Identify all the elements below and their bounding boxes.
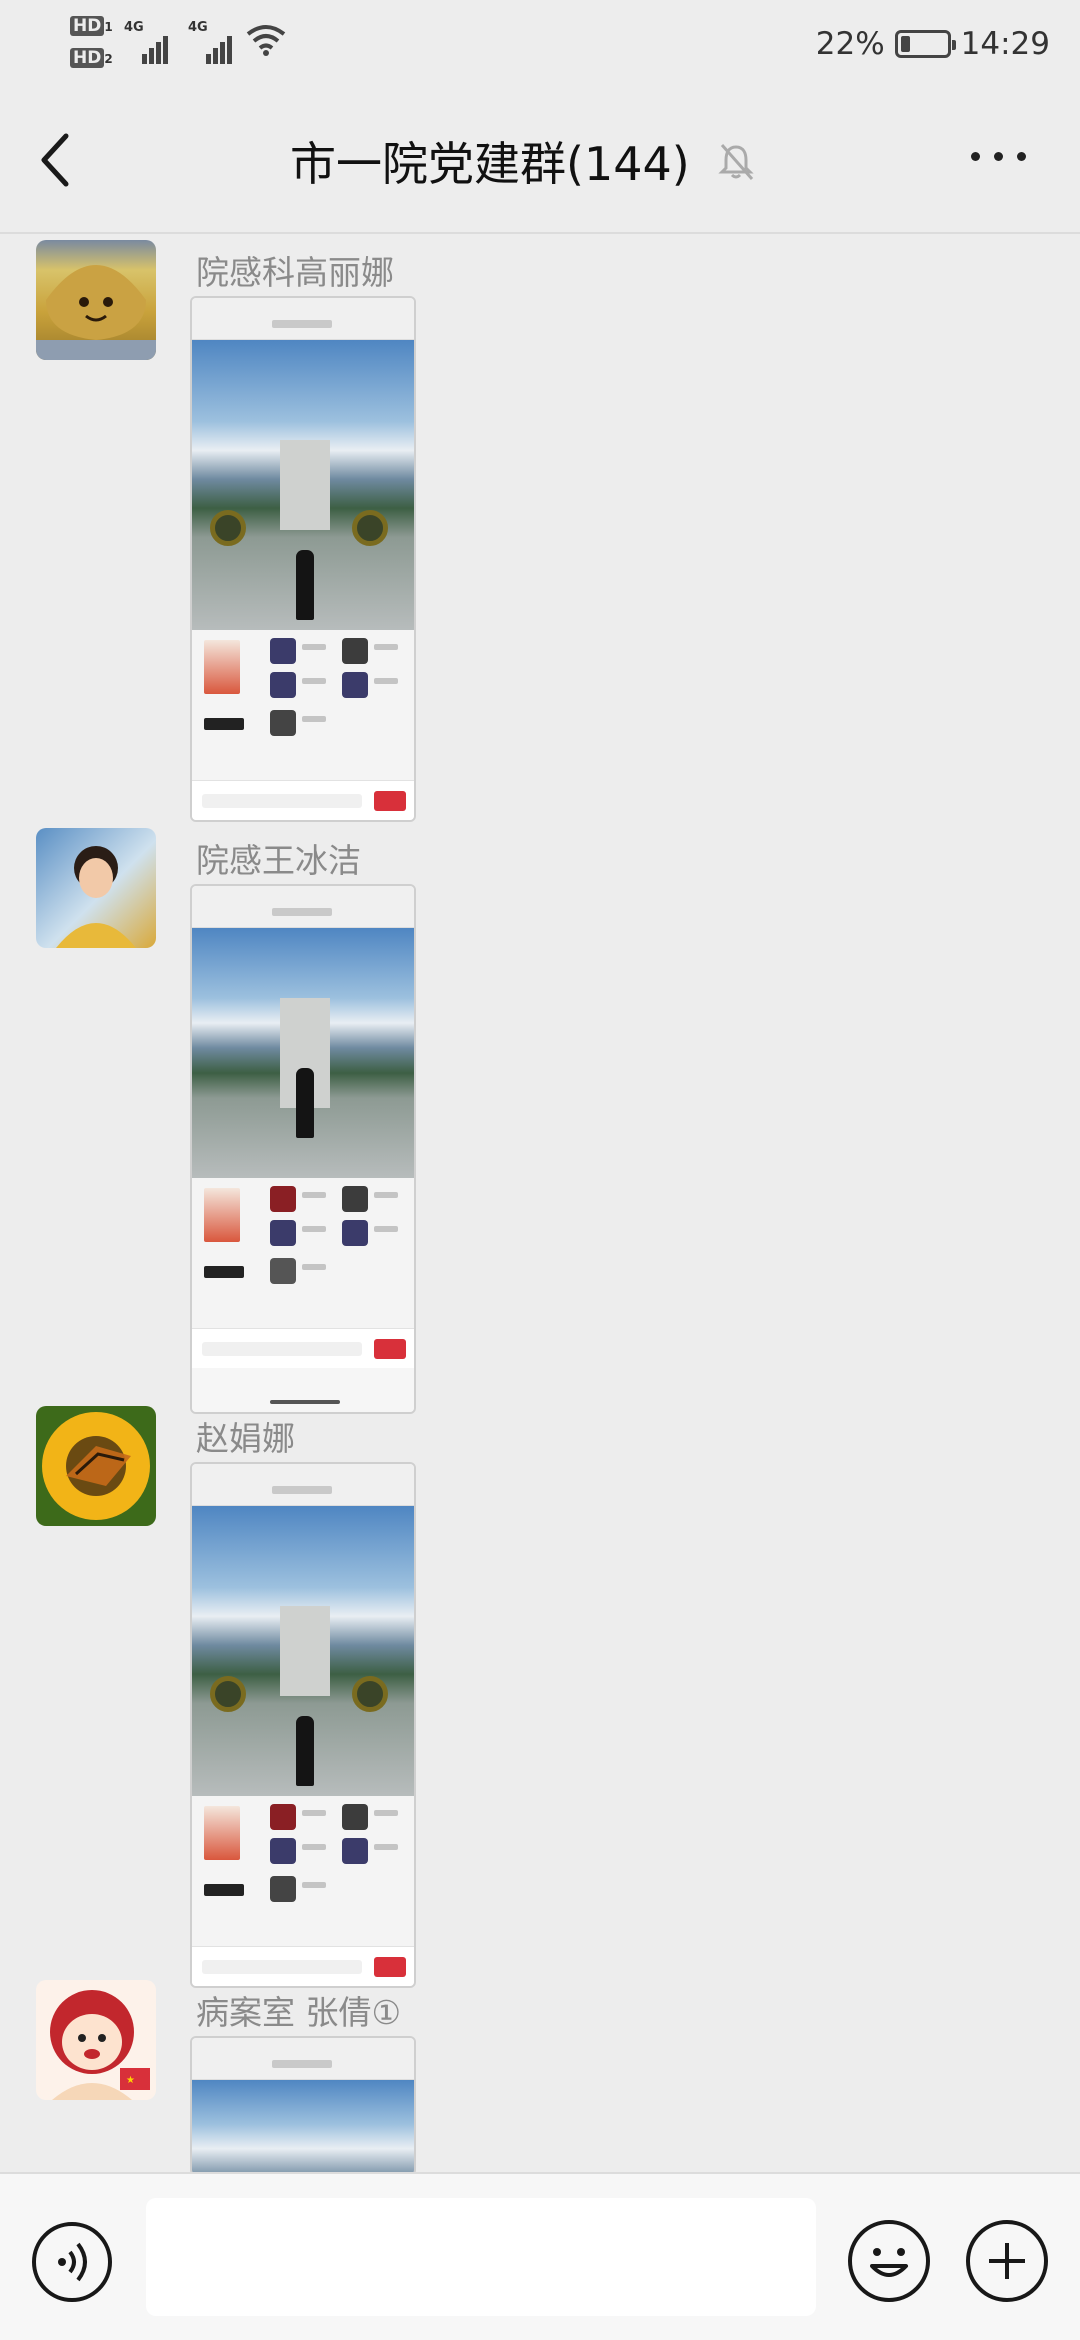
hd1-label: HD <box>70 16 105 36</box>
yellow-hat-avatar-image <box>36 265 156 360</box>
hd2-badge: HD 2 <box>70 48 113 68</box>
svg-text:★: ★ <box>126 2075 135 2086</box>
hd2-sub: 2 <box>104 52 113 66</box>
signal-icon: 4G <box>124 20 168 64</box>
page-title: 市一院党建群(144) <box>290 137 690 191</box>
sender-name: 院感王冰洁 <box>196 841 361 880</box>
avatar[interactable] <box>36 828 156 948</box>
hd1-sub: 1 <box>104 20 113 34</box>
list-item: ★ 病案室 张倩① <box>36 1980 1036 2172</box>
back-arrow-icon[interactable] <box>36 130 76 190</box>
image-message[interactable] <box>190 1462 416 1988</box>
emoji-icon[interactable] <box>848 2220 930 2302</box>
girl-photo-avatar-image <box>56 846 136 948</box>
status-right: 22% 14:29 <box>816 22 1050 66</box>
plus-icon[interactable] <box>966 2220 1048 2302</box>
net1-label: 4G <box>124 20 144 35</box>
voice-icon[interactable] <box>32 2222 112 2302</box>
signal-icon: 4G <box>188 20 232 64</box>
image-message[interactable] <box>190 296 416 822</box>
wifi-icon <box>246 25 286 56</box>
avatar[interactable]: ★ <box>36 1980 156 2100</box>
list-item: 赵娟娜 <box>36 1406 1036 1988</box>
list-item: 院感科高丽娜 <box>36 240 1036 822</box>
battery-level <box>900 36 911 52</box>
sender-name: 院感科高丽娜 <box>196 253 394 292</box>
hd1-badge: HD 1 <box>70 16 113 36</box>
image-message[interactable] <box>190 884 416 1414</box>
more-dots-icon[interactable] <box>971 152 1026 161</box>
image-message[interactable] <box>190 2036 416 2172</box>
mute-bell-icon <box>718 144 754 180</box>
list-item: 院感王冰洁 <box>36 828 1036 1414</box>
sender-name: 病案室 张倩① <box>196 1993 402 2032</box>
hd2-label: HD <box>70 48 105 68</box>
message-input[interactable] <box>146 2198 816 2316</box>
title-group: 市一院党建群(144) <box>290 128 756 194</box>
input-bar <box>0 2172 1080 2340</box>
battery-icon <box>894 30 956 58</box>
clock: 14:29 <box>960 26 1050 62</box>
sunflower-butterfly-avatar-image <box>42 1412 150 1520</box>
cartoon-girl-avatar-image: ★ <box>50 1990 150 2100</box>
message-list[interactable]: 院感科高丽娜 院感王冰洁 赵娟娜 ★ 病案室 张倩① <box>0 234 1080 2172</box>
net2-label: 4G <box>188 20 208 35</box>
battery-percent: 22% <box>815 26 885 62</box>
avatar[interactable] <box>36 1406 156 1526</box>
chat-header: 市一院党建群(144) <box>0 92 1080 234</box>
sender-name: 赵娟娜 <box>196 1419 295 1458</box>
status-bar: HD 1 HD 2 4G 4G 22% 14:29 <box>0 0 1080 92</box>
avatar[interactable] <box>36 240 156 360</box>
